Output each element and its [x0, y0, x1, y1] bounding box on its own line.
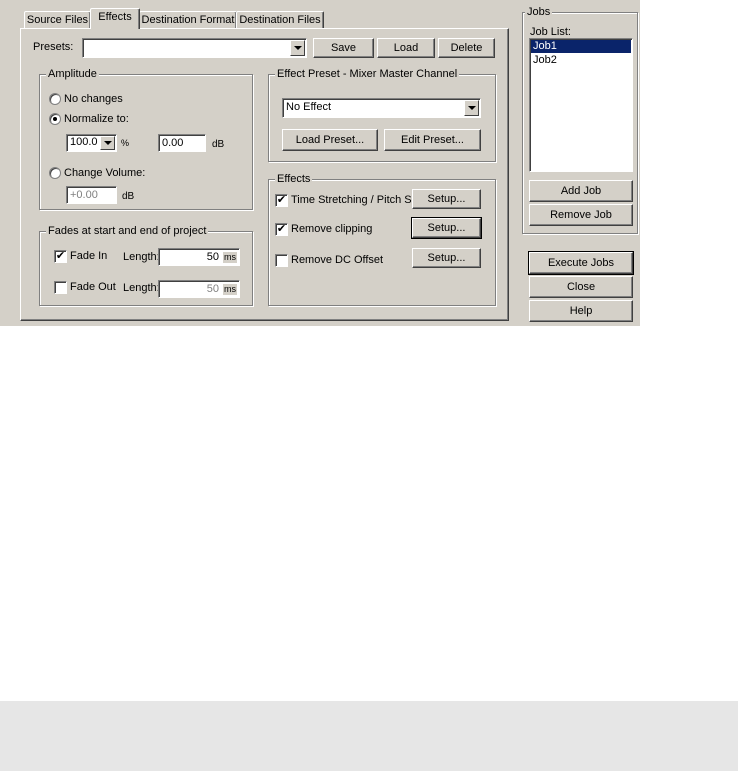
change-volume-radio[interactable]	[49, 167, 61, 179]
fade-in-length-label: Length:	[123, 251, 160, 263]
no-changes-radio[interactable]	[49, 93, 61, 105]
amplitude-title: Amplitude	[46, 68, 99, 81]
delete-preset-button[interactable]: Delete	[438, 38, 495, 58]
remove-clipping-label[interactable]: Remove clipping	[291, 223, 372, 236]
presets-combo[interactable]	[82, 38, 307, 58]
fade-out-unit: ms	[223, 284, 237, 295]
remove-job-button[interactable]: Remove Job	[529, 204, 633, 226]
save-preset-button[interactable]: Save	[313, 38, 374, 58]
tab-destination-format[interactable]: Destination Format	[139, 11, 237, 29]
fade-out-checkbox[interactable]	[54, 281, 67, 294]
add-job-button[interactable]: Add Job	[529, 180, 633, 202]
fade-in-checkbox[interactable]: ✔	[54, 250, 67, 263]
fade-in-label[interactable]: Fade In	[70, 250, 107, 263]
effect-preset-dropdown[interactable]	[464, 100, 479, 116]
change-volume-unit: dB	[122, 191, 135, 202]
time-stretching-setup-button[interactable]: Setup...	[412, 189, 481, 209]
fade-in-unit: ms	[223, 252, 237, 263]
normalize-percent-value: 100.0	[70, 136, 98, 148]
jobs-title: Jobs	[525, 6, 553, 19]
fade-out-length-label: Length:	[123, 282, 160, 294]
chevron-down-icon	[103, 141, 112, 145]
close-button[interactable]: Close	[529, 276, 633, 298]
normalize-label[interactable]: Normalize to:	[64, 113, 129, 126]
change-volume-input-text[interactable]	[67, 187, 116, 203]
execute-jobs-button[interactable]: Execute Jobs	[528, 251, 634, 275]
normalize-radio[interactable]	[49, 113, 61, 125]
normalize-percent-dropdown[interactable]	[100, 136, 115, 150]
tab-destination-files[interactable]: Destination Files	[236, 11, 324, 29]
load-effect-preset-button[interactable]: Load Preset...	[282, 129, 378, 151]
time-stretching-checkbox[interactable]: ✔	[275, 194, 288, 207]
job-list[interactable]: Job1 Job2	[529, 38, 633, 172]
time-stretching-label[interactable]: Time Stretching / Pitch Sh.	[291, 194, 421, 207]
effect-preset-title: Effect Preset - Mixer Master Channel	[275, 68, 460, 81]
remove-dc-offset-setup-button[interactable]: Setup...	[412, 248, 481, 268]
effect-preset-value: No Effect	[286, 101, 332, 113]
radio-dot-icon	[53, 117, 57, 121]
job-list-item-job2[interactable]: Job2	[531, 54, 631, 67]
normalize-db-input-text[interactable]	[159, 135, 205, 151]
normalize-db-input[interactable]	[158, 134, 206, 152]
tab-effects[interactable]: Effects	[90, 8, 140, 29]
chevron-down-icon	[293, 46, 302, 50]
checkmark-icon: ✔	[276, 223, 287, 235]
effects-title: Effects	[275, 173, 313, 186]
checkmark-icon: ✔	[276, 194, 287, 206]
normalize-percent-combo[interactable]: 100.0	[66, 134, 117, 152]
presets-label: Presets:	[33, 41, 74, 53]
fade-out-length-input[interactable]: ms	[158, 280, 240, 298]
normalize-db-unit: dB	[212, 139, 225, 150]
remove-dc-offset-label[interactable]: Remove DC Offset	[291, 254, 383, 267]
no-changes-label[interactable]: No changes	[64, 93, 123, 106]
load-preset-list-button[interactable]: Load	[377, 38, 435, 58]
edit-effect-preset-button[interactable]: Edit Preset...	[384, 129, 481, 151]
remove-clipping-setup-button[interactable]: Setup...	[411, 217, 482, 239]
remove-clipping-checkbox[interactable]: ✔	[275, 223, 288, 236]
fade-in-length-input[interactable]: ms	[158, 248, 240, 266]
footer-bar	[0, 701, 738, 771]
help-button[interactable]: Help	[529, 300, 633, 322]
job-list-item-job1[interactable]: Job1	[531, 40, 631, 53]
fades-title: Fades at start and end of project	[46, 225, 209, 238]
presets-dropdown-button[interactable]	[290, 40, 305, 56]
effect-preset-combo[interactable]: No Effect	[282, 98, 481, 118]
change-volume-label[interactable]: Change Volume:	[64, 167, 145, 180]
chevron-down-icon	[467, 106, 476, 110]
tab-source-files[interactable]: Source Files	[24, 11, 91, 29]
checkmark-icon: ✔	[55, 250, 66, 262]
percent-sign: %	[121, 138, 130, 148]
fade-out-label[interactable]: Fade Out	[70, 281, 116, 294]
batch-processing-dialog: Source Files Effects Destination Format …	[0, 0, 640, 326]
remove-dc-offset-checkbox[interactable]	[275, 254, 288, 267]
change-volume-input[interactable]	[66, 186, 117, 204]
